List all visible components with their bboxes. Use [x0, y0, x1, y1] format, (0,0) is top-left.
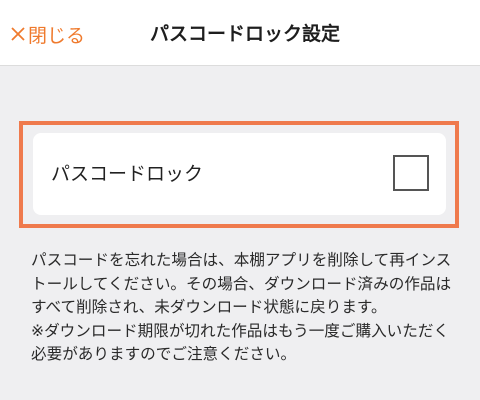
page-title: パスコードロック設定: [149, 23, 340, 45]
note-paragraph-expiry: ※ダウンロード期限が切れた作品はもう一度ご購入いただく必要がありますのでご注意く…: [31, 321, 450, 364]
navigation-header: 閉じる パスコードロック設定: [0, 0, 480, 66]
passcode-lock-row[interactable]: パスコードロック: [33, 133, 446, 215]
passcode-lock-label: パスコードロック: [51, 163, 204, 185]
note-paragraph-reinstall: パスコードを忘れた場合は、本棚アプリを削除して再インストールしてください。その場…: [31, 251, 452, 316]
passcode-note: パスコードを忘れた場合は、本棚アプリを削除して再インストールしてください。その場…: [31, 249, 456, 367]
passcode-lock-checkbox[interactable]: [393, 155, 429, 191]
